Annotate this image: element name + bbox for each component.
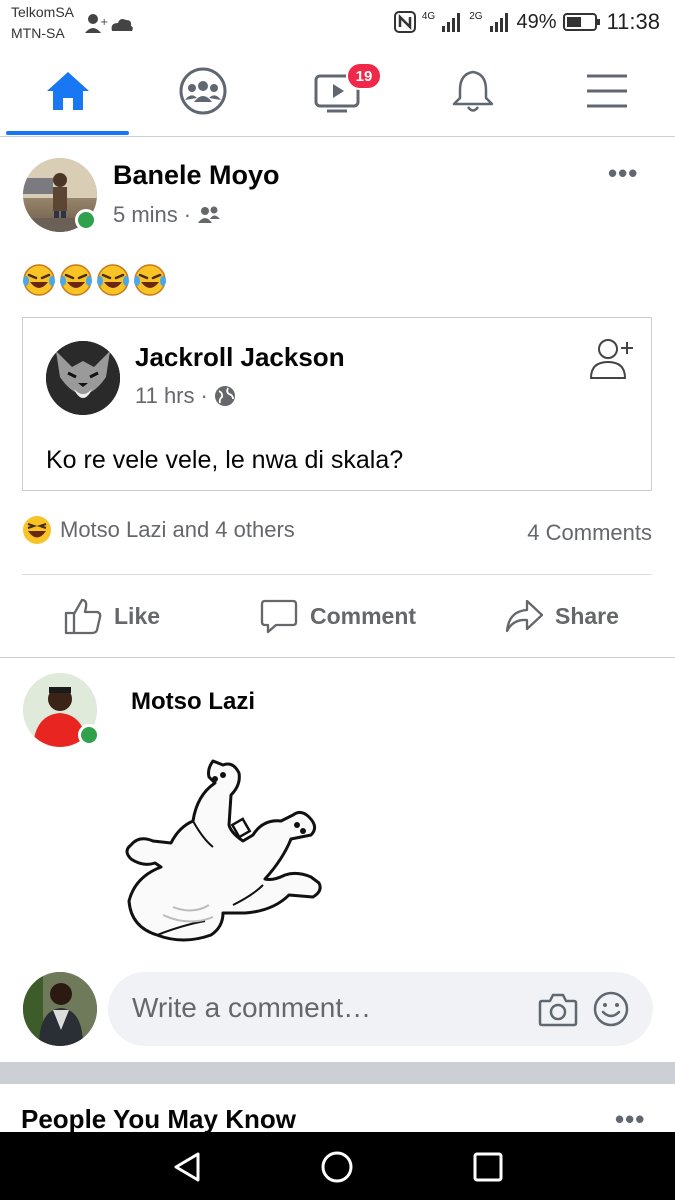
svg-text:+: + <box>100 17 108 28</box>
home-circle-icon[interactable] <box>320 1150 354 1184</box>
dancing-polar-bear-sticker <box>125 759 322 942</box>
share-button[interactable]: Share <box>505 592 619 640</box>
pymk-title: People You May Know <box>21 1104 296 1134</box>
laughing-emoji-icon <box>134 264 166 296</box>
like-button[interactable]: Like <box>64 592 160 640</box>
online-indicator <box>78 724 100 746</box>
signal-icon-1 <box>442 13 461 32</box>
comment-button[interactable]: Comment <box>260 592 416 640</box>
share-label: Share <box>555 602 619 629</box>
comment-bubble-icon <box>260 599 298 634</box>
post-more-button[interactable]: ••• <box>608 158 638 189</box>
share-arrow-icon <box>505 599 543 633</box>
globe-icon <box>214 386 235 406</box>
reactions-left[interactable]: Motso Lazi and 4 others <box>22 515 295 545</box>
nav-watch-tab[interactable]: 19 <box>288 46 388 136</box>
battery-percent: 49% <box>516 10 557 33</box>
nav-groups-tab[interactable] <box>153 46 253 136</box>
status-bar: TelkomSA MTN-SA + 4G 2G 49% 11:38 <box>0 0 675 46</box>
meta-separator: · <box>183 202 192 227</box>
comment-input[interactable]: Write a comment… <box>108 972 653 1046</box>
commenter-name[interactable]: Motso Lazi <box>131 688 255 716</box>
friends-icon <box>198 206 221 223</box>
camera-icon[interactable] <box>538 991 578 1027</box>
status-icons: + <box>85 14 133 33</box>
post-author-name[interactable]: Banele Moyo <box>113 160 280 191</box>
section-separator <box>0 1062 675 1084</box>
shared-author-name[interactable]: Jackroll Jackson <box>135 342 345 373</box>
reactions-summary[interactable]: Motso Lazi and 4 others 4 Comments <box>22 515 652 551</box>
add-friend-icon[interactable] <box>589 336 637 382</box>
post-emoji-text <box>22 263 167 297</box>
nav-menu-tab[interactable] <box>557 46 657 136</box>
carrier-label-1: TelkomSA <box>11 4 75 20</box>
home-icon <box>47 72 89 110</box>
online-indicator <box>75 209 97 231</box>
current-user-photo <box>23 972 97 1046</box>
laughing-emoji-icon <box>23 264 55 296</box>
network-type-2: 2G <box>469 10 483 22</box>
thumbs-up-icon <box>64 598 102 635</box>
signal-icon-2 <box>489 13 508 32</box>
post-meta: 5 mins · <box>113 202 221 228</box>
active-tab-indicator <box>6 131 129 135</box>
current-user-avatar[interactable] <box>23 972 97 1046</box>
haha-reaction-icon <box>23 516 51 544</box>
shared-author-avatar[interactable] <box>46 341 120 415</box>
shared-post-time[interactable]: 11 hrs <box>135 383 195 409</box>
post-time[interactable]: 5 mins <box>113 202 178 228</box>
network-type-1: 4G <box>421 10 436 22</box>
laughing-emoji-icon <box>60 264 92 296</box>
emoji-picker-icon[interactable] <box>592 990 630 1028</box>
watch-badge: 19 <box>346 62 382 90</box>
shared-post-card[interactable]: Jackroll Jackson 11 hrs · Ko re vele vel… <box>22 317 652 491</box>
back-icon[interactable] <box>170 1150 204 1184</box>
nav-notifications-tab[interactable] <box>423 46 523 136</box>
battery-icon <box>562 13 600 31</box>
divider <box>22 574 652 575</box>
wolf-photo <box>46 341 120 415</box>
bell-icon <box>452 70 494 112</box>
laughing-emoji-icon <box>97 264 129 296</box>
nav-home-tab[interactable] <box>18 46 118 136</box>
status-right: 4G 2G 49% 11:38 <box>393 8 660 36</box>
clock: 11:38 <box>606 9 660 34</box>
hamburger-icon <box>587 74 627 108</box>
reactions-text[interactable]: Motso Lazi and 4 others <box>60 517 295 543</box>
nfc-icon <box>393 11 416 33</box>
carrier-label-2: MTN-SA <box>11 25 65 41</box>
pymk-more-button[interactable]: ••• <box>615 1104 645 1135</box>
meta-separator: · <box>200 383 208 408</box>
comment-label: Comment <box>310 602 417 629</box>
top-nav: 19 <box>0 46 675 137</box>
recents-icon[interactable] <box>472 1151 504 1183</box>
comments-count[interactable]: 4 Comments <box>527 520 652 546</box>
system-nav-bar <box>0 1132 675 1200</box>
comment-placeholder: Write a comment… <box>132 992 372 1023</box>
groups-icon <box>179 67 227 115</box>
shared-post-text: Ko re vele vele, le nwa di skala? <box>46 446 404 474</box>
shared-post-meta: 11 hrs · <box>135 383 236 409</box>
divider <box>0 657 675 658</box>
like-label: Like <box>114 602 161 629</box>
